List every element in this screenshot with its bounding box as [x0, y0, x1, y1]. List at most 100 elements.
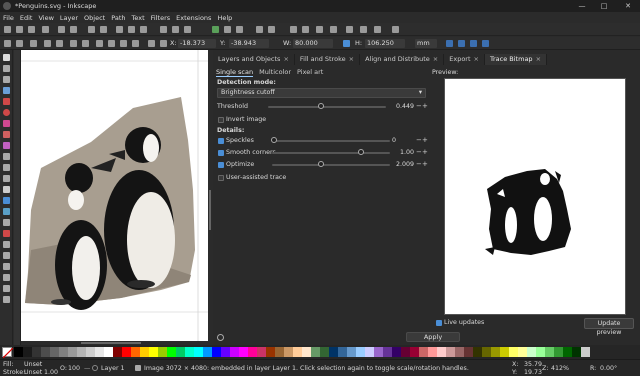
speckles-checkbox[interactable]	[218, 138, 224, 144]
eraser-tool-icon[interactable]	[3, 263, 10, 270]
palette-swatch[interactable]	[158, 347, 167, 357]
x-field[interactable]: -18.373	[178, 39, 216, 48]
paint-bucket-tool-icon[interactable]	[3, 230, 10, 237]
threshold-slider-handle[interactable]	[317, 103, 324, 109]
page-tool-icon[interactable]	[3, 76, 10, 83]
palette-swatch[interactable]	[203, 347, 212, 357]
palette-swatch[interactable]	[185, 347, 194, 357]
palette-swatch[interactable]	[491, 347, 500, 357]
export-icon[interactable]	[70, 26, 77, 33]
node-tool-icon[interactable]	[3, 65, 10, 72]
transform-patterns-icon[interactable]	[482, 40, 489, 47]
menu-object[interactable]: Object	[84, 14, 105, 22]
increment-icon[interactable]: +	[422, 136, 428, 144]
group-icon[interactable]	[256, 26, 263, 33]
close-tab-icon[interactable]: ×	[474, 55, 479, 63]
zoom-tool-icon[interactable]	[3, 87, 10, 94]
speckles-slider[interactable]	[272, 140, 390, 142]
tab-multicolor[interactable]: Multicolor	[259, 67, 291, 77]
palette-swatch[interactable]	[14, 347, 23, 357]
palette-swatch[interactable]	[473, 347, 482, 357]
scale-corners-icon[interactable]	[458, 40, 465, 47]
preferences-icon[interactable]	[374, 26, 381, 33]
menu-filters[interactable]: Filters	[151, 14, 170, 22]
open-icon[interactable]	[16, 26, 23, 33]
palette-swatch[interactable]	[401, 347, 410, 357]
h-field[interactable]: 106.250	[365, 39, 405, 48]
gradient-tool-icon[interactable]	[3, 197, 10, 204]
palette-swatch[interactable]	[212, 347, 221, 357]
unlink-clone-icon[interactable]	[236, 26, 243, 33]
spiral-tool-icon[interactable]	[3, 142, 10, 149]
align-left-icon[interactable]	[148, 40, 155, 47]
clone-icon[interactable]	[224, 26, 231, 33]
palette-swatch[interactable]	[239, 347, 248, 357]
palette-swatch[interactable]	[518, 347, 527, 357]
scale-stroke-icon[interactable]	[446, 40, 453, 47]
live-updates-checkbox[interactable]	[436, 320, 442, 326]
star-tool-icon[interactable]	[3, 120, 10, 127]
palette-swatch[interactable]	[284, 347, 293, 357]
palette-swatch[interactable]	[95, 347, 104, 357]
redo-icon[interactable]	[100, 26, 107, 33]
increment-icon[interactable]: +	[422, 102, 428, 110]
deselect-icon[interactable]	[30, 40, 37, 47]
smooth-corners-checkbox[interactable]	[218, 150, 224, 156]
palette-swatch[interactable]	[50, 347, 59, 357]
align-center-icon[interactable]	[160, 40, 167, 47]
palette-swatch[interactable]	[500, 347, 509, 357]
palette-swatch[interactable]	[554, 347, 563, 357]
smooth-corners-slider[interactable]	[272, 152, 390, 154]
palette-swatch[interactable]	[68, 347, 77, 357]
palette-swatch[interactable]	[347, 347, 356, 357]
no-paint-swatch[interactable]	[2, 347, 13, 358]
palette-swatch[interactable]	[446, 347, 455, 357]
palette-swatch[interactable]	[167, 347, 176, 357]
lower-bottom-icon[interactable]	[132, 40, 139, 47]
optimize-slider-handle[interactable]	[318, 161, 324, 167]
palette-swatch[interactable]	[23, 347, 32, 357]
w-field[interactable]: 80.000	[293, 39, 333, 48]
smooth-corners-slider-handle[interactable]	[358, 149, 364, 155]
undo-icon[interactable]	[88, 26, 95, 33]
3d-box-tool-icon[interactable]	[3, 131, 10, 138]
close-tab-icon[interactable]: ×	[283, 55, 288, 63]
palette-swatch[interactable]	[275, 347, 284, 357]
palette-swatch[interactable]	[86, 347, 95, 357]
layers-icon[interactable]	[346, 26, 353, 33]
palette-swatch[interactable]	[410, 347, 419, 357]
info-icon[interactable]	[217, 334, 224, 341]
menu-text[interactable]: Text	[132, 14, 145, 22]
close-tab-icon[interactable]: ×	[433, 55, 438, 63]
rotation-field[interactable]: 0.00°	[600, 365, 617, 372]
palette-swatch[interactable]	[536, 347, 545, 357]
menu-file[interactable]: File	[3, 14, 14, 22]
palette-swatch[interactable]	[329, 347, 338, 357]
detection-mode-select[interactable]: Brightness cutoff ▾	[217, 88, 426, 98]
tab-trace-bitmap[interactable]: Trace Bitmap ×	[484, 54, 548, 65]
selector-tool-icon[interactable]	[3, 54, 10, 61]
optimize-slider[interactable]	[272, 164, 390, 166]
optimize-checkbox[interactable]	[218, 162, 224, 168]
palette-swatch[interactable]	[383, 347, 392, 357]
flip-vertical-icon[interactable]	[82, 40, 89, 47]
close-tab-icon[interactable]: ×	[536, 55, 541, 63]
close-tab-icon[interactable]: ×	[349, 55, 354, 63]
text-tool-icon[interactable]	[3, 186, 10, 193]
transform-gradients-icon[interactable]	[470, 40, 477, 47]
menu-help[interactable]: Help	[217, 14, 232, 22]
duplicate-icon[interactable]	[212, 26, 219, 33]
palette-swatch[interactable]	[140, 347, 149, 357]
menu-edit[interactable]: Edit	[20, 14, 33, 22]
close-icon[interactable]: ✕	[616, 0, 640, 12]
palette-swatch[interactable]	[302, 347, 311, 357]
palette-swatch[interactable]	[320, 347, 329, 357]
ellipse-tool-icon[interactable]	[3, 109, 10, 116]
palette-swatch[interactable]	[266, 347, 275, 357]
rotate-ccw-icon[interactable]	[44, 40, 51, 47]
dropper-tool-icon[interactable]	[3, 219, 10, 226]
threshold-value[interactable]: 0.449	[396, 103, 414, 110]
palette-swatch[interactable]	[419, 347, 428, 357]
opacity-value[interactable]: 100	[68, 365, 80, 372]
stroke-width-value[interactable]: 1.00	[44, 369, 58, 376]
